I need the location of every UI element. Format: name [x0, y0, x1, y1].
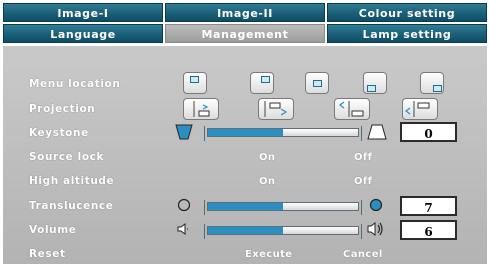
- tab-image-2[interactable]: Image-II: [165, 3, 325, 22]
- menu-location-top-left-button[interactable]: [183, 72, 207, 94]
- source-lock-on-option[interactable]: On: [259, 151, 275, 165]
- volume-slider-fill: [208, 227, 283, 234]
- circle-filled-icon[interactable]: [369, 198, 383, 212]
- slider-divider: [361, 200, 362, 215]
- menu-location-bottom-left-button[interactable]: [363, 72, 387, 94]
- slider-divider: [204, 200, 205, 215]
- position-marker-icon: [367, 85, 376, 92]
- osd-menu: Image-I Image-II Colour setting Language…: [0, 0, 489, 266]
- projector-rear-desk-icon: [264, 101, 288, 117]
- speaker-low-icon[interactable]: [176, 222, 190, 236]
- reset-label: Reset: [29, 248, 66, 260]
- slider-divider: [361, 224, 362, 239]
- projector-front-desk-icon: [193, 101, 210, 117]
- position-marker-icon: [190, 76, 199, 83]
- projector-front-ceiling-icon: [339, 101, 364, 117]
- high-altitude-off-option[interactable]: Off: [354, 175, 372, 189]
- reset-execute-button[interactable]: Execute: [245, 248, 292, 262]
- volume-value: 6: [400, 220, 457, 240]
- projection-label: Projection: [29, 103, 96, 115]
- tab-language[interactable]: Language: [3, 24, 163, 43]
- keystone-slider-fill: [208, 129, 283, 136]
- projection-front-desk-button[interactable]: [183, 98, 219, 120]
- volume-label: Volume: [29, 224, 77, 236]
- position-marker-icon: [261, 76, 270, 83]
- slider-divider: [204, 126, 205, 141]
- tab-image-1[interactable]: Image-I: [3, 3, 163, 22]
- reset-cancel-button[interactable]: Cancel: [343, 248, 383, 262]
- projection-front-ceiling-button[interactable]: [334, 98, 370, 120]
- translucence-value: 7: [400, 196, 457, 216]
- high-altitude-label: High altitude: [29, 175, 115, 187]
- speaker-high-icon[interactable]: [367, 221, 385, 237]
- slider-divider: [361, 126, 362, 141]
- high-altitude-on-option[interactable]: On: [259, 175, 275, 189]
- trapezoid-narrow-top-icon[interactable]: [175, 124, 193, 140]
- menu-location-bottom-right-button[interactable]: [420, 72, 444, 94]
- tab-management[interactable]: Management: [165, 24, 325, 43]
- tab-lamp-setting[interactable]: Lamp setting: [327, 24, 487, 43]
- source-lock-off-option[interactable]: Off: [354, 151, 372, 165]
- projection-rear-desk-button[interactable]: [258, 98, 294, 120]
- keystone-value: 0: [400, 122, 457, 142]
- source-lock-label: Source lock: [29, 151, 105, 163]
- volume-slider[interactable]: [204, 224, 362, 239]
- translucence-label: Translucence: [29, 200, 114, 212]
- keystone-label: Keystone: [29, 127, 89, 139]
- projector-rear-ceiling-icon: [405, 101, 430, 117]
- position-marker-icon: [433, 85, 442, 92]
- menu-location-label: Menu location: [29, 78, 121, 90]
- position-marker-icon: [313, 80, 322, 87]
- translucence-slider-fill: [208, 203, 283, 210]
- slider-divider: [204, 224, 205, 239]
- circle-empty-icon[interactable]: [177, 198, 191, 212]
- projection-rear-ceiling-button[interactable]: [402, 98, 438, 120]
- tab-colour-setting[interactable]: Colour setting: [327, 3, 487, 22]
- translucence-slider[interactable]: [204, 200, 362, 215]
- menu-location-top-right-button[interactable]: [250, 72, 274, 94]
- menu-location-center-button[interactable]: [305, 72, 329, 94]
- trapezoid-wide-bottom-icon[interactable]: [367, 124, 387, 140]
- keystone-slider[interactable]: [204, 126, 362, 141]
